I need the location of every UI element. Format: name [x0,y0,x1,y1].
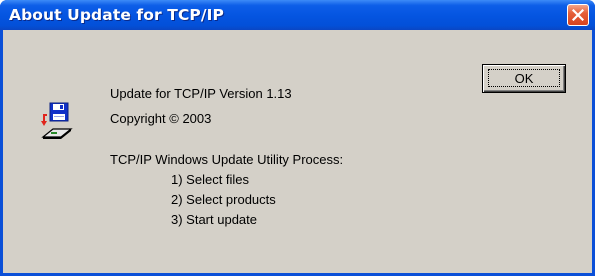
close-icon [572,9,584,21]
process-heading: TCP/IP Windows Update Utility Process: [110,152,344,167]
close-button[interactable] [567,4,589,26]
ok-button-label: OK [514,71,534,86]
title-bar[interactable]: About Update for TCP/IP [0,0,595,30]
dialog-body: Update for TCP/IP Version 1.13 Copyright… [3,30,592,273]
ok-button[interactable]: OK [482,64,566,93]
step-select-products: 2) Select products [171,192,276,207]
step-select-files: 1) Select files [171,172,250,187]
copyright-text: Copyright © 2003 [110,111,212,126]
window-title: About Update for TCP/IP [9,6,224,24]
step-start-update: 3) Start update [171,212,257,227]
floppy-disk-update-icon [41,102,73,139]
version-text: Update for TCP/IP Version 1.13 [110,86,292,101]
about-dialog-window: About Update for TCP/IP Update for TCP/I… [0,0,595,276]
